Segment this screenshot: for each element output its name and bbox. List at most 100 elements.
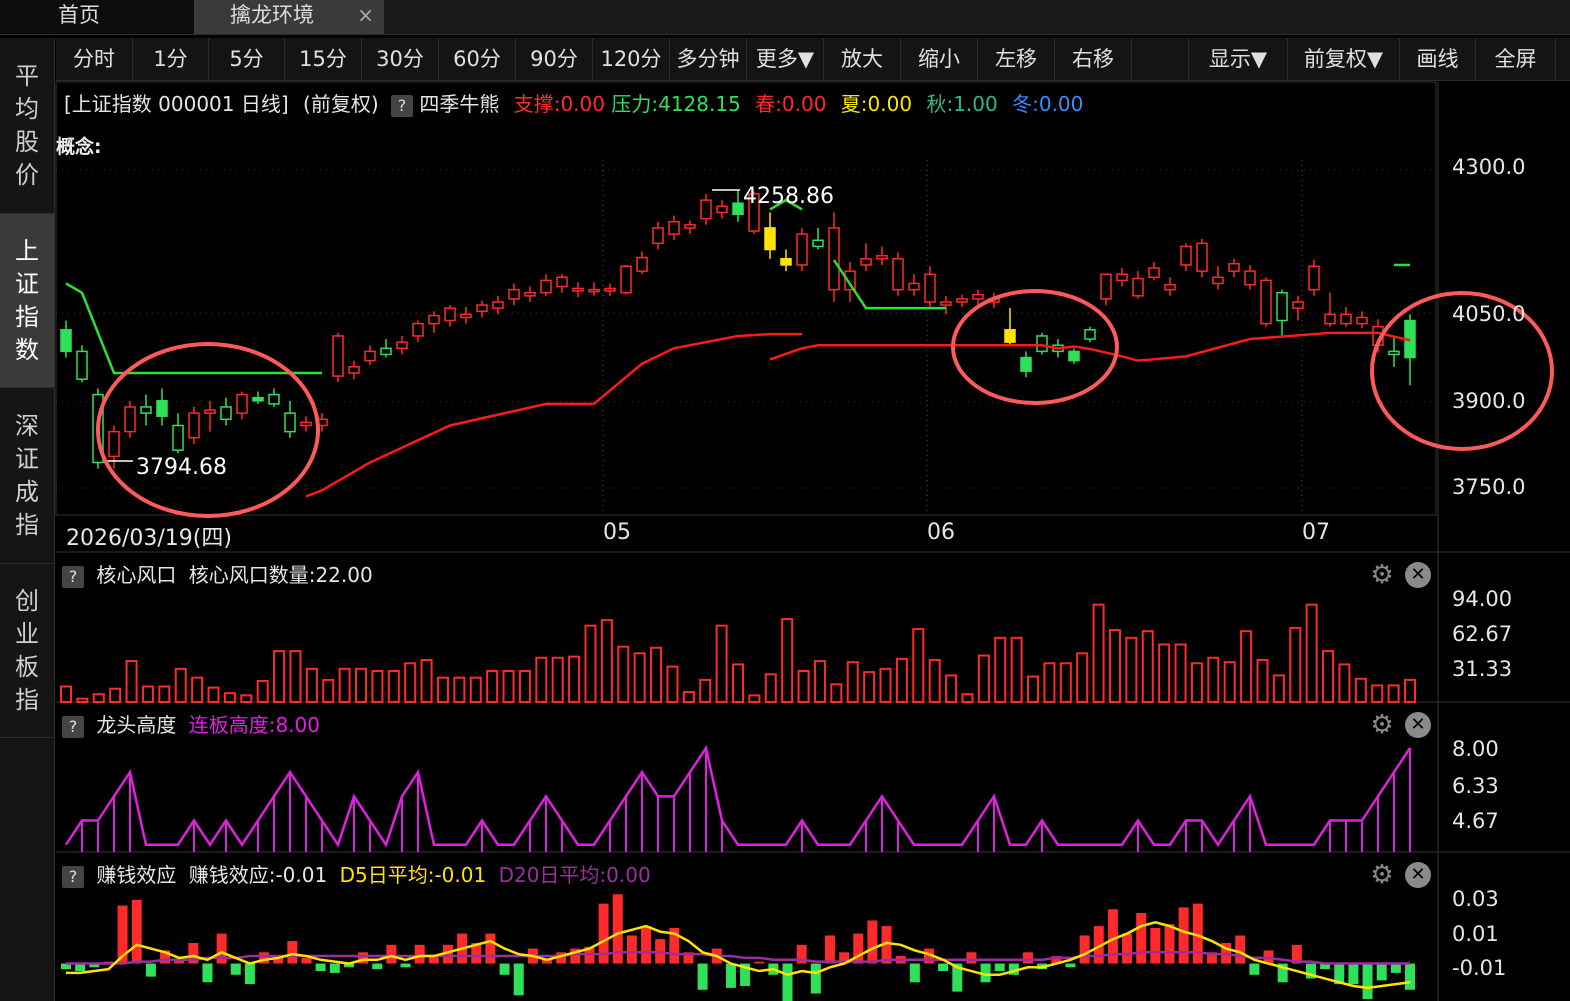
candle-body — [1084, 329, 1096, 340]
money-effect-bar — [909, 963, 920, 983]
candle-body — [76, 350, 88, 380]
core-wind-bar — [1289, 626, 1302, 703]
core-wind-bar — [453, 676, 466, 703]
candle-body — [1148, 267, 1160, 279]
panel-title: 龙头高度 — [96, 713, 177, 737]
core-wind-bar — [338, 667, 351, 704]
core-wind-bar — [486, 670, 499, 704]
candle-body — [604, 287, 616, 292]
candle-body — [636, 256, 648, 272]
core-wind-bar — [469, 676, 482, 703]
money-effect-bar — [414, 944, 425, 964]
core-wind-bar — [1158, 643, 1171, 703]
candle-body — [444, 307, 456, 322]
close-icon[interactable]: ✕ — [1405, 562, 1431, 588]
core-wind-bar — [945, 674, 958, 704]
candle-body — [1212, 276, 1224, 285]
help-icon[interactable]: ? — [62, 715, 84, 738]
core-wind-bar — [371, 670, 384, 704]
candle-body — [492, 301, 504, 309]
candle-body — [556, 276, 568, 288]
money-effect-bar — [301, 957, 312, 964]
candle-body — [1180, 245, 1192, 266]
money-effect-bar — [1376, 963, 1387, 981]
candle-body — [1260, 279, 1272, 325]
candle-body — [476, 304, 488, 313]
candle-body — [828, 227, 840, 291]
core-wind-bar — [420, 658, 433, 704]
chart-canvas[interactable] — [0, 0, 1570, 1001]
candle-body — [892, 258, 904, 291]
candle-body — [1228, 262, 1240, 272]
help-icon[interactable]: ? — [62, 565, 84, 588]
candle-body — [140, 406, 152, 414]
candle-body — [860, 258, 872, 266]
money-effect-bar — [1079, 935, 1090, 964]
candle-body — [524, 291, 536, 297]
core-wind-bar — [1108, 629, 1121, 703]
candle-body — [1324, 313, 1336, 325]
y-tick: 4.67 — [1452, 809, 1499, 833]
gear-icon[interactable]: ⚙ — [1368, 861, 1396, 889]
gear-icon[interactable]: ⚙ — [1368, 561, 1396, 589]
core-wind-bar — [846, 661, 859, 704]
core-wind-bar — [1043, 662, 1056, 704]
candle-body — [780, 258, 792, 266]
high-annotation: 4258.86 — [743, 184, 834, 209]
money-effect-bar — [485, 933, 496, 964]
core-wind-bar — [1174, 643, 1187, 703]
panel-value: 核心风口数量:22.00 — [188, 563, 373, 587]
core-wind-bar — [994, 636, 1007, 703]
panel-header-core-wind: ? 核心风口 核心风口数量:22.00 — [56, 560, 1436, 590]
main-plot-frame — [55, 81, 1437, 516]
help-icon[interactable]: ? — [62, 865, 84, 888]
x-tick: 06 — [927, 520, 955, 545]
candle-body — [908, 282, 920, 291]
money-effect-bar — [386, 944, 397, 964]
candle-body — [620, 265, 632, 294]
y-tick: 4050.0 — [1452, 302, 1526, 326]
core-wind-bar — [863, 671, 876, 704]
candle-body — [380, 347, 392, 356]
core-wind-bar — [436, 676, 449, 703]
money-effect-bar — [1178, 907, 1189, 964]
panel-header-money-effect: ? 赚钱效应 赚钱效应:-0.01 D5日平均:-0.01 D20日平均:0.0… — [56, 860, 1436, 890]
money-effect-bar — [230, 963, 241, 975]
support-line — [305, 332, 802, 498]
core-wind-bar — [928, 658, 941, 704]
money-effect-bar — [754, 961, 765, 964]
candle-body — [1388, 350, 1400, 356]
close-icon[interactable]: ✕ — [1405, 712, 1431, 738]
candle-body — [1004, 329, 1016, 343]
candle-body — [764, 227, 776, 251]
money-effect-bar — [1136, 912, 1147, 964]
money-effect-bar — [782, 963, 793, 1001]
candle-body — [508, 288, 520, 300]
candle-body — [268, 393, 280, 405]
money-effect-bar — [372, 963, 383, 970]
candle-body — [796, 233, 808, 266]
money-effect-bar — [641, 926, 652, 964]
money-effect-bar — [315, 963, 326, 972]
panel-title: 赚钱效应 — [96, 863, 177, 887]
candle-body — [684, 224, 696, 229]
core-wind-bar — [289, 650, 302, 703]
y-tick: -0.01 — [1452, 956, 1507, 980]
core-wind-bar — [1256, 658, 1269, 704]
candle-body — [364, 350, 376, 362]
gear-icon[interactable]: ⚙ — [1368, 711, 1396, 739]
money-effect-bar — [1390, 963, 1401, 973]
candle-body — [1020, 356, 1032, 372]
close-icon[interactable]: ✕ — [1405, 862, 1431, 888]
candle-body — [1292, 301, 1304, 309]
core-wind-bar — [502, 670, 515, 704]
money-effect-bar — [1362, 963, 1373, 1000]
core-wind-bar — [1354, 677, 1367, 703]
core-wind-bar — [256, 679, 269, 703]
core-wind-bar — [912, 627, 925, 703]
core-wind-bar — [617, 645, 630, 703]
pressure-line — [65, 282, 322, 375]
x-tick: 2026/03/19(四) — [66, 526, 232, 551]
money-effect-bar — [938, 963, 949, 972]
candle-body — [220, 406, 232, 421]
